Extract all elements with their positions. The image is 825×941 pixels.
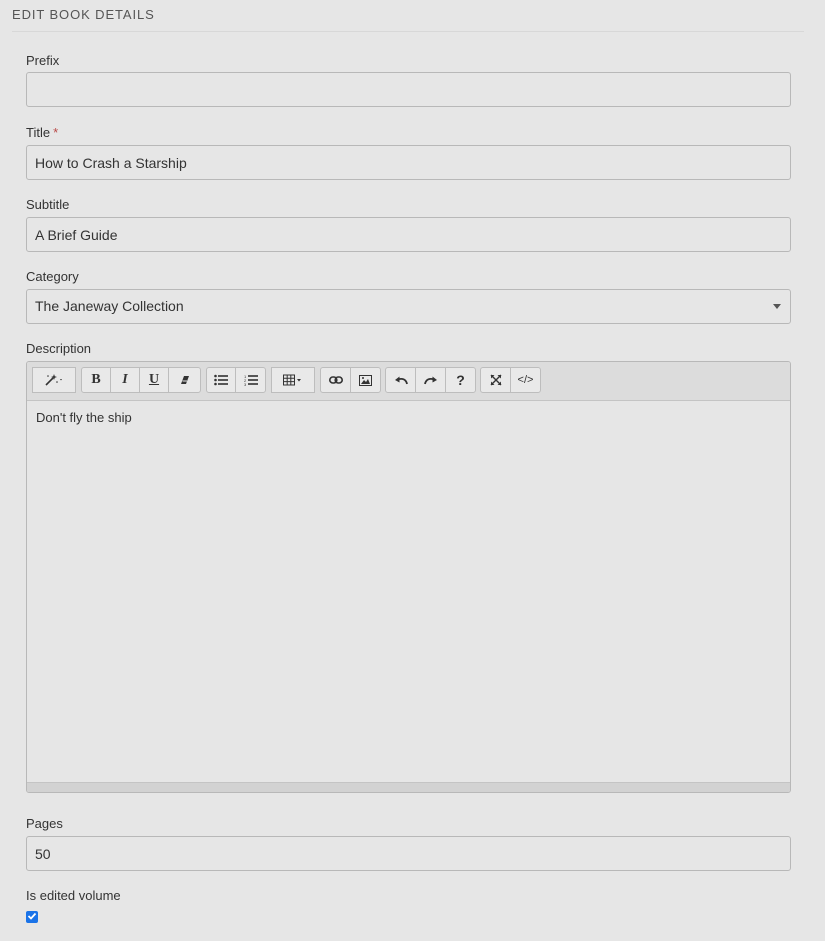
category-select[interactable]: The Janeway Collection — [26, 289, 791, 324]
help-icon: ? — [456, 372, 465, 388]
code-view-icon: </> — [517, 374, 534, 386]
edited-volume-checkbox[interactable] — [26, 911, 38, 923]
editor-toolbar: B I U 123 ? </> — [27, 362, 790, 401]
category-label: Category — [26, 269, 79, 284]
chevron-down-icon — [773, 304, 781, 309]
fullscreen-button[interactable] — [480, 367, 511, 393]
link-button[interactable] — [320, 367, 351, 393]
ordered-list-icon: 123 — [244, 374, 258, 386]
code-view-button[interactable]: </> — [510, 367, 541, 393]
subtitle-label: Subtitle — [26, 197, 70, 212]
clear-format-button[interactable] — [168, 367, 201, 393]
help-button[interactable]: ? — [445, 367, 476, 393]
picture-button[interactable] — [350, 367, 381, 393]
checkmark-icon — [27, 908, 37, 926]
title-label: Title — [26, 125, 51, 140]
italic-icon: I — [122, 372, 128, 387]
italic-button[interactable]: I — [110, 367, 140, 393]
required-marker: * — [53, 125, 59, 140]
table-dropdown-button[interactable] — [271, 367, 315, 393]
editor-resize-handle[interactable] — [27, 782, 790, 792]
eraser-icon — [179, 374, 191, 386]
title-input[interactable] — [27, 146, 790, 179]
pages-label: Pages — [26, 816, 63, 831]
bold-button[interactable]: B — [81, 367, 111, 393]
link-icon — [328, 375, 343, 385]
description-label: Description — [26, 341, 92, 356]
page-title: EDIT BOOK DETAILS — [12, 7, 155, 22]
prefix-field-wrapper — [26, 72, 791, 107]
magic-icon — [44, 373, 64, 387]
undo-icon — [394, 375, 408, 385]
prefix-input[interactable] — [27, 73, 790, 106]
pages-field-wrapper — [26, 836, 791, 871]
title-field-wrapper — [26, 145, 791, 180]
category-selected-value: The Janeway Collection — [35, 298, 184, 314]
prefix-label: Prefix — [26, 53, 60, 68]
unordered-list-icon — [214, 374, 228, 386]
picture-icon — [359, 374, 372, 386]
description-content[interactable]: Don't fly the ship — [27, 401, 790, 783]
subtitle-input[interactable] — [27, 218, 790, 251]
bold-icon: B — [91, 372, 101, 387]
fullscreen-icon — [490, 374, 502, 386]
edited-volume-label: Is edited volume — [26, 888, 121, 903]
ordered-list-button[interactable]: 123 — [235, 367, 266, 393]
style-dropdown-button[interactable] — [32, 367, 76, 393]
redo-icon — [423, 375, 438, 385]
title-divider — [12, 31, 804, 32]
pages-input[interactable] — [27, 837, 790, 870]
svg-text:3: 3 — [244, 382, 247, 386]
redo-button[interactable] — [415, 367, 446, 393]
table-icon — [283, 374, 303, 386]
title-label-row: Title * — [26, 125, 58, 140]
underline-button[interactable]: U — [139, 367, 169, 393]
undo-button[interactable] — [385, 367, 416, 393]
underline-icon: U — [148, 372, 160, 387]
unordered-list-button[interactable] — [206, 367, 236, 393]
description-editor: B I U 123 ? </> Don't fly the ship — [26, 361, 791, 793]
subtitle-field-wrapper — [26, 217, 791, 252]
